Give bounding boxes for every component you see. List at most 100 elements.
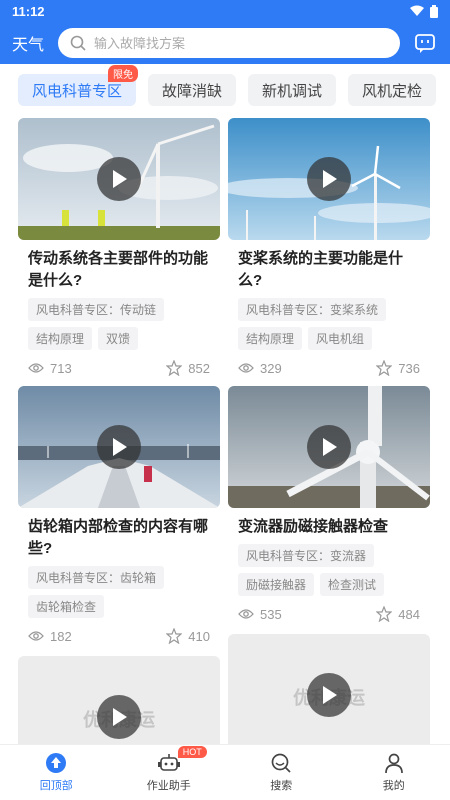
view-count-value: 535 <box>260 606 282 622</box>
tag[interactable]: 风电科普专区：变桨系统 <box>238 298 387 321</box>
wifi-icon <box>410 5 424 16</box>
video-stats: 713 852 <box>18 350 220 376</box>
search-icon <box>271 753 291 773</box>
favorite-count[interactable]: 410 <box>166 628 210 644</box>
video-stats: 182 410 <box>18 618 220 644</box>
video-thumbnail[interactable]: 优利康运 <box>18 656 220 744</box>
video-title[interactable]: 变流器励磁接触器检查 <box>228 508 430 538</box>
video-card[interactable]: 优利康运 <box>18 656 220 744</box>
nav-label: 回顶部 <box>39 780 73 792</box>
person-icon <box>384 753 403 774</box>
video-thumbnail[interactable] <box>18 386 220 508</box>
tag[interactable]: 结构原理 <box>28 327 93 350</box>
battery-icon <box>430 4 438 18</box>
search-icon <box>70 35 86 51</box>
search-input[interactable] <box>94 35 388 51</box>
tab-wind-science[interactable]: 风电科普专区 限免 <box>18 65 139 106</box>
favorite-count-value: 852 <box>188 360 210 376</box>
category-tabs: 风电科普专区 限免 故障消缺 新机调试 风机定检 <box>0 64 450 116</box>
play-button[interactable] <box>307 425 351 469</box>
favorite-count[interactable]: 736 <box>376 360 420 376</box>
tab-label: 风机定检 <box>362 82 423 100</box>
star-icon <box>166 628 183 644</box>
video-thumbnail[interactable] <box>228 386 430 508</box>
view-count: 535 <box>238 606 282 622</box>
play-icon <box>323 686 337 704</box>
nav-back-to-top[interactable]: 回顶部 <box>11 752 101 793</box>
eye-icon <box>238 363 254 373</box>
video-feed[interactable]: 传动系统各主要部件的功能是什么? 风电科普专区：传动链 结构原理 双馈 713 … <box>0 116 450 744</box>
play-button[interactable] <box>97 157 141 201</box>
favorite-count-value: 410 <box>188 628 210 644</box>
status-bar: 11:12 <box>0 0 450 22</box>
video-thumbnail[interactable] <box>228 118 430 240</box>
tab-label: 新机调试 <box>262 82 323 100</box>
search-bar[interactable] <box>58 28 400 58</box>
tab-commissioning[interactable]: 新机调试 <box>248 74 337 106</box>
video-title[interactable]: 变桨系统的主要功能是什么? <box>228 240 430 292</box>
chat-icon <box>415 34 435 53</box>
tag[interactable]: 结构原理 <box>238 327 303 350</box>
tab-fault-elimination[interactable]: 故障消缺 <box>148 74 237 106</box>
message-button[interactable] <box>412 30 438 56</box>
tag[interactable]: 齿轮箱检查 <box>28 595 105 618</box>
hot-badge: HOT <box>177 746 207 758</box>
tag-list: 风电科普专区：齿轮箱 齿轮箱检查 <box>18 560 220 618</box>
favorite-count[interactable]: 484 <box>376 606 420 622</box>
video-card[interactable]: 优利康运 <box>228 634 430 744</box>
video-card[interactable]: 传动系统各主要部件的功能是什么? 风电科普专区：传动链 结构原理 双馈 713 … <box>18 118 220 376</box>
eye-icon <box>238 609 254 619</box>
view-count-value: 182 <box>50 628 72 644</box>
eye-icon <box>28 363 44 373</box>
tag-list: 风电科普专区：变流器 励磁接触器 检查测试 <box>228 538 430 596</box>
tab-label: 故障消缺 <box>162 82 223 100</box>
play-icon <box>113 170 127 188</box>
play-button[interactable] <box>307 157 351 201</box>
view-count: 713 <box>28 360 72 376</box>
favorite-count-value: 736 <box>398 360 420 376</box>
play-button[interactable] <box>97 425 141 469</box>
view-count: 329 <box>238 360 282 376</box>
video-card[interactable]: 齿轮箱内部检查的内容有哪些? 风电科普专区：齿轮箱 齿轮箱检查 182 410 <box>18 386 220 644</box>
play-icon <box>113 708 127 726</box>
favorite-count[interactable]: 852 <box>166 360 210 376</box>
nav-label: 作业助手 <box>146 780 191 792</box>
tab-inspection[interactable]: 风机定检 <box>348 74 437 106</box>
video-card[interactable]: 变流器励磁接触器检查 风电科普专区：变流器 励磁接触器 检查测试 535 484 <box>228 386 430 644</box>
tag[interactable]: 风电机组 <box>308 327 373 350</box>
status-time: 11:12 <box>12 3 45 19</box>
play-icon <box>323 170 337 188</box>
tag[interactable]: 风电科普专区：齿轮箱 <box>28 566 165 589</box>
view-count-value: 329 <box>260 360 282 376</box>
play-button[interactable] <box>97 695 141 739</box>
video-stats: 329 736 <box>228 350 430 376</box>
tag[interactable]: 双馈 <box>98 327 139 350</box>
star-icon <box>376 360 393 376</box>
tag[interactable]: 励磁接触器 <box>238 573 315 596</box>
tag[interactable]: 风电科普专区：变流器 <box>238 544 375 567</box>
nav-label: 我的 <box>382 780 405 792</box>
tab-label: 风电科普专区 <box>32 82 123 100</box>
video-title[interactable]: 传动系统各主要部件的功能是什么? <box>18 240 220 292</box>
tag[interactable]: 风电科普专区：传动链 <box>28 298 165 321</box>
weather-button[interactable]: 天气 <box>12 31 46 55</box>
free-badge: 限免 <box>108 65 139 82</box>
video-card[interactable]: 变桨系统的主要功能是什么? 风电科普专区：变桨系统 结构原理 风电机组 329 … <box>228 118 430 376</box>
video-title[interactable]: 齿轮箱内部检查的内容有哪些? <box>18 508 220 560</box>
favorite-count-value: 484 <box>398 606 420 622</box>
tag[interactable]: 检查测试 <box>320 573 385 596</box>
tag-list: 风电科普专区：传动链 结构原理 双馈 <box>18 292 220 350</box>
arrow-up-circle-icon <box>46 753 67 773</box>
video-thumbnail[interactable]: 优利康运 <box>228 634 430 744</box>
play-button[interactable] <box>307 673 351 717</box>
view-count: 182 <box>28 628 72 644</box>
star-icon <box>376 606 393 622</box>
nav-search[interactable]: 搜索 <box>236 752 326 793</box>
nav-work-assistant[interactable]: 作业助手 HOT <box>124 746 214 793</box>
eye-icon <box>28 631 44 641</box>
star-icon <box>166 360 183 376</box>
play-icon <box>323 438 337 456</box>
video-thumbnail[interactable] <box>18 118 220 240</box>
bottom-nav: 回顶部 作业助手 HOT 搜索 我的 <box>0 744 450 800</box>
nav-profile[interactable]: 我的 <box>349 752 439 793</box>
